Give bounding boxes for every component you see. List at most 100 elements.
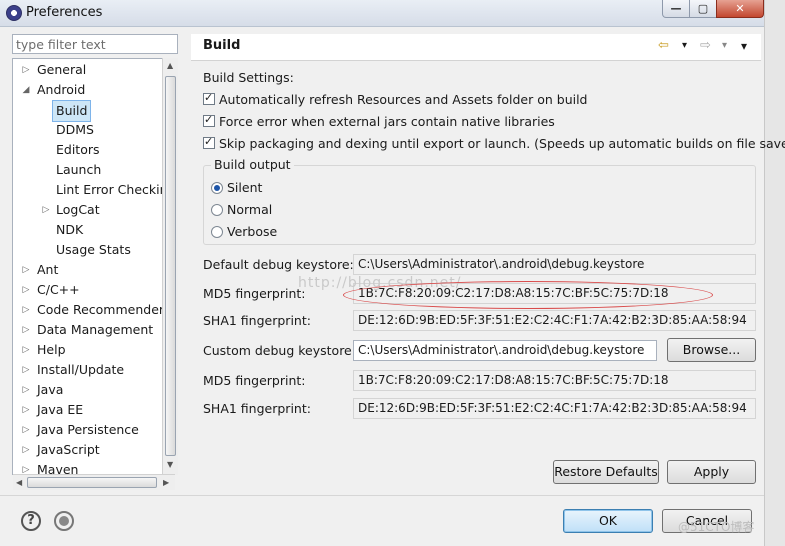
expand-arrow-icon[interactable]: ▷ [21, 340, 31, 360]
tree-item-label[interactable]: C/C++ [37, 280, 80, 300]
tree-item[interactable]: ▷ Maven [13, 460, 163, 474]
tree-item[interactable]: DDMS [13, 120, 163, 140]
tree-item[interactable]: ▷ Code Recommenders [13, 300, 171, 320]
tree-item[interactable]: ▷ LogCat [13, 200, 163, 220]
browse-button[interactable]: Browse... [667, 338, 756, 362]
close-button[interactable]: ✕ [716, 0, 764, 18]
scroll-up-icon[interactable]: ▲ [167, 61, 173, 70]
tree-vertical-scroll-thumb[interactable] [165, 76, 176, 456]
expand-arrow-icon[interactable]: ▷ [21, 280, 31, 300]
expand-arrow-icon[interactable]: ▷ [21, 300, 31, 320]
tree-item[interactable]: Lint Error Checking [13, 180, 175, 200]
normal-label[interactable]: Normal [227, 202, 272, 217]
silent-radio[interactable] [211, 182, 223, 194]
view-menu-icon[interactable]: ▾ [741, 39, 747, 53]
expand-arrow-icon[interactable]: ▷ [21, 60, 31, 80]
tree-horizontal-scroll-thumb[interactable] [27, 477, 157, 488]
expand-arrow-icon[interactable]: ▷ [21, 260, 31, 280]
scroll-down-icon[interactable]: ▼ [167, 460, 173, 469]
force-error-label[interactable]: Force error when external jars contain n… [219, 114, 555, 129]
maximize-button[interactable]: ▢ [689, 0, 717, 18]
expand-arrow-icon[interactable]: ▷ [21, 360, 31, 380]
tree-item-label[interactable]: Java [37, 380, 63, 400]
expand-arrow-icon[interactable]: ▷ [21, 400, 31, 420]
forward-arrow-icon[interactable]: ⇨ [700, 38, 711, 53]
tree-item-label[interactable]: LogCat [56, 200, 100, 220]
tree-item-label[interactable]: NDK [56, 220, 83, 240]
tree-item[interactable]: Launch [13, 160, 163, 180]
expand-arrow-icon[interactable]: ▷ [21, 440, 31, 460]
tree-item[interactable]: ▷ General [13, 60, 163, 80]
expand-arrow-icon[interactable]: ▷ [21, 460, 31, 474]
custom-sha1-label: SHA1 fingerprint: [203, 401, 311, 416]
scroll-left-icon[interactable]: ◀ [16, 478, 22, 487]
tree-item[interactable]: ▷ Java EE [13, 400, 163, 420]
expand-arrow-icon[interactable]: ▷ [41, 200, 51, 220]
tree-item[interactable]: ▷ Install/Update [13, 360, 163, 380]
tree-item[interactable]: ◢ Android [13, 80, 163, 100]
tree-item-label[interactable]: Java Persistence [37, 420, 139, 440]
tree-item-label[interactable]: Ant [37, 260, 58, 280]
tree-item-label[interactable]: Android [37, 80, 85, 100]
tree-item[interactable]: Build [13, 100, 163, 122]
tree-item[interactable]: ▷ Java [13, 380, 163, 400]
skip-packaging-checkbox[interactable] [203, 135, 215, 149]
tree-item[interactable]: ▷ Data Management [13, 320, 163, 340]
tree-item-label[interactable]: Help [37, 340, 66, 360]
expand-arrow-icon[interactable]: ▷ [21, 420, 31, 440]
restore-defaults-button[interactable]: Restore Defaults [553, 460, 659, 484]
collapse-arrow-icon[interactable]: ◢ [21, 80, 31, 100]
back-menu-icon[interactable]: ▾ [682, 40, 687, 51]
force-error-checkbox[interactable] [203, 113, 215, 127]
tree-item[interactable]: ▷ Java Persistence [13, 420, 163, 440]
expand-arrow-icon[interactable]: ▷ [21, 380, 31, 400]
page-header [191, 34, 761, 61]
tree-vertical-scrollbar[interactable]: ▲ ▼ [162, 58, 178, 475]
tree-item-label[interactable]: Java EE [37, 400, 83, 420]
tree-item-label[interactable]: Lint Error Checking [56, 180, 175, 200]
tree-item-label[interactable]: Build [52, 100, 92, 122]
silent-label[interactable]: Silent [227, 180, 262, 195]
tree-item-label[interactable]: Launch [56, 160, 101, 180]
auto-refresh-checkbox[interactable] [203, 91, 215, 105]
tree-item-label[interactable]: Editors [56, 140, 100, 160]
tree-item[interactable]: ▷ Ant [13, 260, 163, 280]
tree-item[interactable]: Usage Stats [13, 240, 163, 260]
apply-button[interactable]: Apply [667, 460, 756, 484]
verbose-radio[interactable] [211, 226, 223, 238]
custom-keystore-label: Custom debug keystore: [203, 343, 356, 358]
tree-item-label[interactable]: General [37, 60, 86, 80]
tree-item[interactable]: ▷ JavaScript [13, 440, 163, 460]
skip-packaging-label[interactable]: Skip packaging and dexing until export o… [219, 136, 785, 151]
tree-item-label[interactable]: DDMS [56, 120, 94, 140]
verbose-label[interactable]: Verbose [227, 224, 277, 239]
ok-button[interactable]: OK [563, 509, 653, 533]
minimize-button[interactable]: — [662, 0, 690, 18]
expand-arrow-icon[interactable]: ▷ [21, 320, 31, 340]
preferences-tree[interactable]: ▷ General ◢ Android Build DDMS Editors Launch Li… [12, 58, 178, 475]
tree-item[interactable]: ▷ C/C++ [13, 280, 163, 300]
tree-item-label[interactable]: Code Recommenders [37, 300, 171, 320]
tree-item-label[interactable]: Install/Update [37, 360, 124, 380]
tree-item-label[interactable]: Usage Stats [56, 240, 131, 260]
watermark-text: http://blog.csdn.net/ [298, 275, 462, 291]
window-edge [764, 0, 785, 546]
default-keystore-field: C:\Users\Administrator\.android\debug.ke… [353, 254, 756, 275]
back-arrow-icon[interactable]: ⇦ [658, 38, 669, 53]
help-icon[interactable]: ? [21, 511, 41, 531]
forward-menu-icon[interactable]: ▾ [722, 40, 727, 51]
tree-item[interactable]: ▷ Help [13, 340, 163, 360]
tree-horizontal-scrollbar[interactable]: ◀ ▶ [13, 474, 175, 490]
normal-radio[interactable] [211, 204, 223, 216]
custom-keystore-input[interactable]: C:\Users\Administrator\.android\debug.ke… [353, 340, 657, 361]
scroll-right-icon[interactable]: ▶ [163, 478, 169, 487]
tree-item[interactable]: Editors [13, 140, 163, 160]
filter-input[interactable] [12, 34, 178, 54]
tree-item[interactable]: NDK [13, 220, 163, 240]
tree-item-label[interactable]: Data Management [37, 320, 153, 340]
tree-item-label[interactable]: Maven [37, 460, 78, 474]
tree-item-label[interactable]: JavaScript [37, 440, 100, 460]
panel-splitter[interactable] [183, 34, 189, 492]
auto-refresh-label[interactable]: Automatically refresh Resources and Asse… [219, 92, 588, 107]
record-macro-icon[interactable] [54, 511, 74, 531]
